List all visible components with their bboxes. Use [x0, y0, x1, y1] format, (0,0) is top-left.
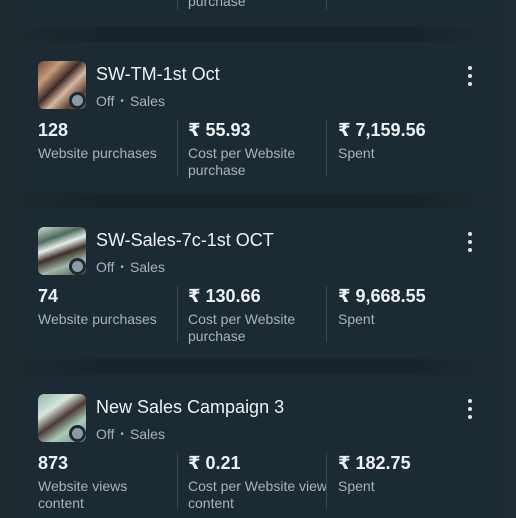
- metric-divider: [326, 120, 327, 176]
- metric-label: Spent: [338, 311, 375, 327]
- metric-label: Cost per Website purchase: [188, 145, 296, 178]
- metric-cost: ₹ 130.66 Cost per Website purchase: [188, 286, 338, 345]
- objective-text: Sales: [129, 426, 165, 442]
- separator-dot: •: [120, 429, 124, 440]
- metric-value: ₹ 9,668.55: [338, 286, 426, 306]
- metric-label: Spent: [338, 145, 375, 161]
- status-text: Off: [96, 426, 115, 442]
- campaign-name[interactable]: SW-TM-1st Oct: [96, 64, 220, 85]
- metric-label: Cost per Website purchase: [188, 311, 296, 344]
- metric-label: Spent: [338, 478, 375, 494]
- metric-divider: [326, 0, 327, 10]
- status-dot-icon: [69, 425, 86, 442]
- metric-label: Website views content: [38, 478, 128, 511]
- metric-results: 873 Website views content: [38, 453, 188, 512]
- campaign-status: Off • Sales: [96, 426, 165, 442]
- metric-value: ₹ 0.21: [188, 453, 241, 473]
- metric-value: ₹ 55.93: [188, 120, 251, 140]
- metric-label: Website purchases: [38, 311, 157, 327]
- campaign-card[interactable]: SW-TM-1st Oct Off • Sales 128 Website purc…: [19, 42, 497, 193]
- metric-divider: [177, 0, 178, 10]
- campaign-name[interactable]: New Sales Campaign 3: [96, 397, 284, 418]
- more-options-icon[interactable]: [463, 66, 477, 86]
- metric-value: ₹ 182.75: [338, 453, 411, 473]
- campaign-thumbnail: [38, 227, 86, 275]
- metric-value: ₹ 130.66: [188, 286, 261, 306]
- campaign-status: Off • Sales: [96, 259, 165, 275]
- separator-dot: •: [120, 96, 124, 107]
- metric-divider: [326, 453, 327, 509]
- metric-results: 128 Website purchases: [38, 120, 188, 162]
- campaign-card-partial[interactable]: purchase: [19, 0, 497, 27]
- status-dot-icon: [69, 92, 86, 109]
- metric-divider: [177, 120, 178, 176]
- metric-label: Cost per Website view content: [188, 478, 328, 511]
- metric-value: 128: [38, 120, 69, 140]
- metric-divider: [177, 286, 178, 342]
- status-dot-icon: [69, 258, 86, 275]
- metric-spent: ₹ 9,668.55 Spent: [338, 286, 488, 328]
- metric-label: purchase: [188, 0, 246, 9]
- metric-divider: [326, 286, 327, 342]
- metric-value: 74: [38, 286, 59, 306]
- status-text: Off: [96, 93, 115, 109]
- separator-dot: •: [120, 262, 124, 273]
- more-options-icon[interactable]: [463, 399, 477, 419]
- objective-text: Sales: [129, 93, 165, 109]
- metric-value: 873: [38, 453, 69, 473]
- metric-label: Website purchases: [38, 145, 157, 161]
- campaign-thumbnail: [38, 61, 86, 109]
- campaign-card[interactable]: SW-Sales-7c-1st OCT Off • Sales 74 Website…: [19, 208, 497, 359]
- metric-spent: ₹ 182.75 Spent: [338, 453, 488, 495]
- metric-results: 74 Website purchases: [38, 286, 188, 328]
- campaign-card[interactable]: New Sales Campaign 3 Off • Sales 873 Websi…: [19, 375, 497, 518]
- campaign-thumbnail: [38, 394, 86, 442]
- campaign-status: Off • Sales: [96, 93, 165, 109]
- more-options-icon[interactable]: [463, 232, 477, 252]
- metric-divider: [177, 453, 178, 509]
- objective-text: Sales: [129, 259, 165, 275]
- status-text: Off: [96, 259, 115, 275]
- metric-spent: ₹ 7,159.56 Spent: [338, 120, 488, 162]
- metric-value: ₹ 7,159.56: [338, 120, 426, 140]
- campaign-name[interactable]: SW-Sales-7c-1st OCT: [96, 230, 274, 251]
- metric-cost: ₹ 55.93 Cost per Website purchase: [188, 120, 338, 179]
- metric-cost: ₹ 0.21 Cost per Website view content: [188, 453, 338, 512]
